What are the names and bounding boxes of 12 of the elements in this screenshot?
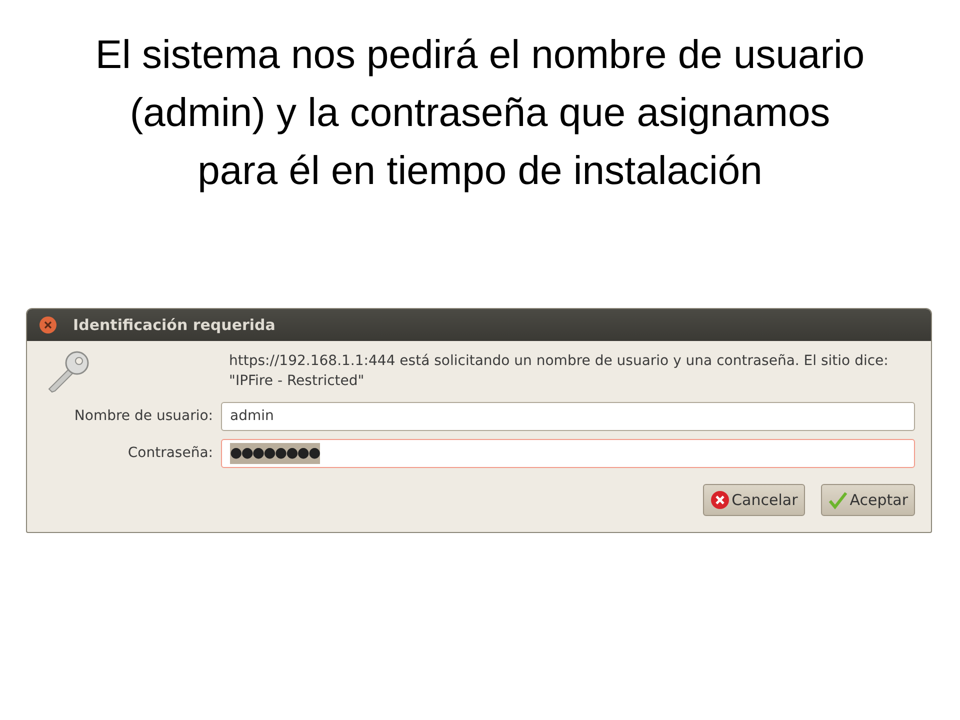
slide-title: El sistema nos pedirá el nombre de usuario (admin) y la contraseña que asignamos para él en tiempo de instalación <box>95 32 865 195</box>
message-text: https://192.168.1.1:444 está solicitando un nombre de usuario y una contraseña. El sitio dice: "IPFire - Restricted" <box>229 352 890 391</box>
cancel-button[interactable]: Cancelar <box>702 484 805 516</box>
cancel-icon <box>710 490 730 510</box>
accept-button[interactable]: Aceptar <box>820 484 915 516</box>
window-title: Identificación requerida <box>73 314 276 336</box>
username-field[interactable]: admin <box>221 402 915 431</box>
close-icon[interactable] <box>39 316 57 334</box>
field-label: Nombre de usuario: <box>73 407 213 426</box>
check-icon <box>828 490 848 510</box>
password-field[interactable]: ●●●●●●●● <box>221 439 915 468</box>
field-label: Contraseña: <box>126 444 213 463</box>
